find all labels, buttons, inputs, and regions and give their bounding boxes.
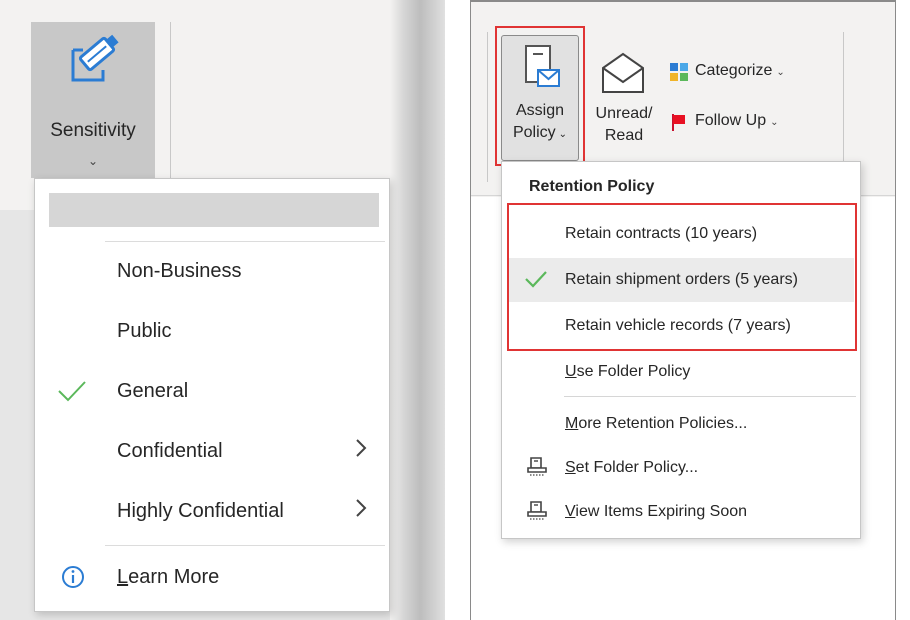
retention-panel: Assign Policy ⌄ Unread/ Read Categorize ⌄ xyxy=(470,0,896,620)
menu-item-view-items-expiring[interactable]: View Items Expiring Soon xyxy=(502,490,860,534)
menu-item-label: Highly Confidential xyxy=(117,500,284,522)
chevron-down-icon: ⌄ xyxy=(776,67,785,78)
menu-item-use-folder-policy[interactable]: Use Folder Policy xyxy=(502,350,860,394)
follow-up-text: Follow Up ⌄ xyxy=(695,112,779,130)
menu-item-set-folder-policy[interactable]: Set Folder Policy... xyxy=(502,446,860,490)
chevron-down-icon: ⌄ xyxy=(558,129,568,140)
panel-edge-shadow xyxy=(390,0,445,620)
chevron-right-icon xyxy=(356,499,367,517)
ribbon-separator xyxy=(487,32,488,182)
sensitivity-button-label: Sensitivity xyxy=(50,120,136,141)
menu-item-label: Set Folder Policy... xyxy=(565,459,699,476)
follow-up-label: Follow Up xyxy=(695,112,767,129)
menu-separator xyxy=(105,241,385,242)
assign-policy-line1: Assign xyxy=(515,102,565,119)
chevron-right-icon xyxy=(356,439,367,457)
menu-item-label: View Items Expiring Soon xyxy=(565,503,748,520)
menu-item-more-retention-policies[interactable]: More Retention Policies... xyxy=(502,402,860,446)
menu-separator xyxy=(105,545,385,546)
assign-policy-line2-wrap: Policy ⌄ xyxy=(502,122,578,146)
categorize-label: Categorize xyxy=(695,62,773,79)
categorize-text: Categorize ⌄ xyxy=(695,62,785,80)
categorize-button[interactable]: Categorize ⌄ xyxy=(669,58,829,86)
menu-item-label: Public xyxy=(117,320,172,342)
assign-policy-label: Assign Policy ⌄ xyxy=(502,100,578,146)
menu-item-general[interactable]: General xyxy=(35,363,389,423)
menu-header: Retention Policy xyxy=(529,178,655,195)
ribbon-separator xyxy=(843,32,844,172)
sensitivity-panel: Sensitivity ⌄ Non-Business Public Genera… xyxy=(0,0,445,620)
menu-item-label: Non-Business xyxy=(117,260,242,282)
unread-read-line2: Read xyxy=(604,127,644,144)
chevron-down-icon: ⌄ xyxy=(770,117,779,128)
unread-read-label: Unread/ Read xyxy=(589,103,659,147)
menu-item-confidential[interactable]: Confidential xyxy=(35,423,389,483)
menu-item-public[interactable]: Public xyxy=(35,303,389,363)
policy-document-icon xyxy=(527,501,547,520)
menu-item-highly-confidential[interactable]: Highly Confidential xyxy=(35,483,389,543)
sensitivity-menu: Non-Business Public General Confidential… xyxy=(34,178,390,612)
checkmark-icon xyxy=(58,381,86,402)
assign-policy-icon xyxy=(525,45,560,87)
menu-item-label: Confidential xyxy=(117,440,223,462)
menu-item-label: General xyxy=(117,380,189,402)
unread-read-button[interactable]: Unread/ Read xyxy=(589,42,659,162)
ribbon-separator xyxy=(170,22,171,180)
menu-separator xyxy=(564,396,856,397)
menu-item-label: Use Folder Policy xyxy=(565,363,691,380)
assign-policy-button[interactable]: Assign Policy ⌄ xyxy=(501,35,579,161)
follow-up-button[interactable]: Follow Up ⌄ xyxy=(669,108,829,136)
search-box[interactable] xyxy=(49,193,379,227)
sensitivity-label-icon xyxy=(71,34,119,82)
flag-icon xyxy=(672,114,685,131)
retention-policy-menu: Retention Policy Retain contracts (10 ye… xyxy=(501,161,861,539)
unread-read-line1: Unread/ xyxy=(595,105,653,122)
highlight-outline xyxy=(507,203,857,351)
policy-document-icon xyxy=(527,457,547,476)
menu-item-label: More Retention Policies... xyxy=(565,415,748,432)
menu-item-non-business[interactable]: Non-Business xyxy=(35,243,389,303)
assign-policy-line2: Policy xyxy=(512,124,556,141)
menu-item-learn-more[interactable]: Learn More xyxy=(35,549,389,609)
chevron-down-icon: ⌄ xyxy=(87,154,99,168)
categorize-icon xyxy=(670,63,688,81)
menu-item-label: Learn More xyxy=(117,566,220,588)
envelope-open-icon xyxy=(602,52,644,93)
info-icon xyxy=(62,566,84,588)
sensitivity-button[interactable]: Sensitivity ⌄ xyxy=(31,22,155,178)
